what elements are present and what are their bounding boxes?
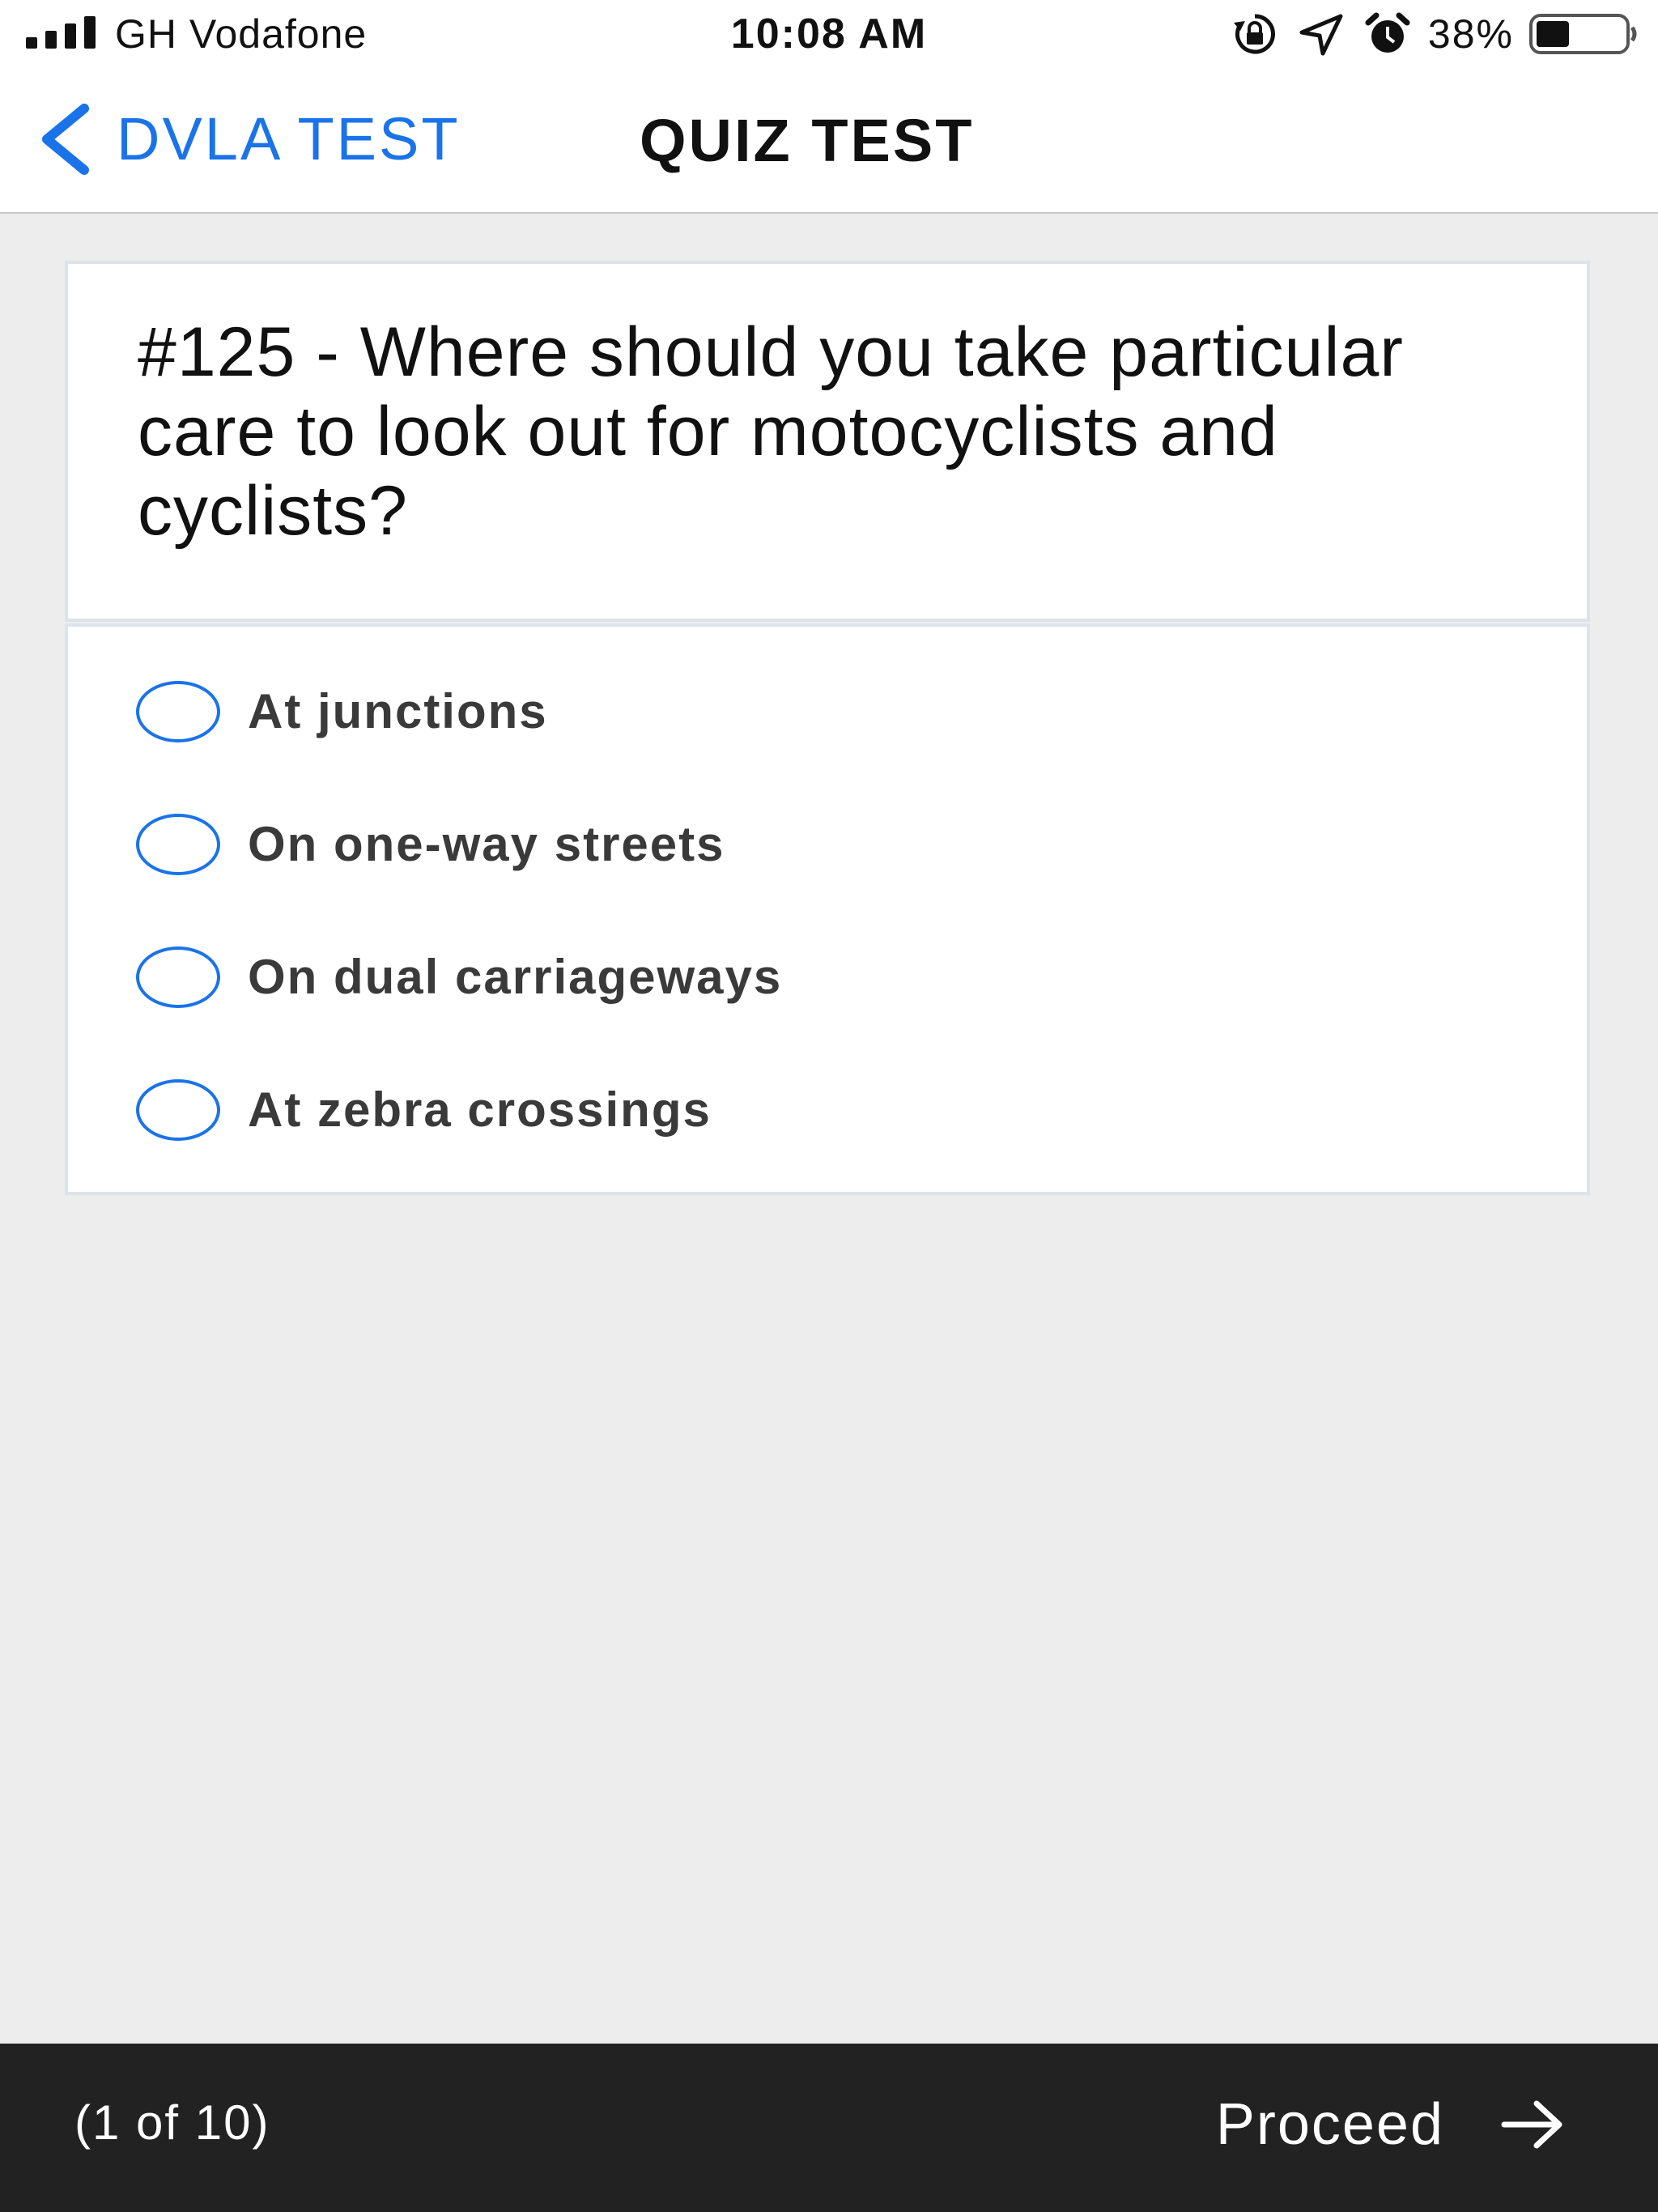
arrow-right-icon [1501,2100,1562,2149]
status-indicators: 38% [1229,10,1639,58]
footer-bar: (1 of 10) Proceed [0,2044,1658,2212]
back-button[interactable]: DVLA TEST [36,99,461,180]
answer-option[interactable]: On one-way streets [136,808,725,881]
radio-button[interactable] [136,814,220,875]
location-icon [1299,14,1343,56]
answer-option-label: On dual carriageways [248,950,783,1004]
answer-option-label: At junctions [248,684,548,738]
battery-percentage: 38% [1427,11,1514,57]
proceed-button-label: Proceed [1215,2092,1444,2157]
radio-button[interactable] [136,1079,220,1141]
answer-option[interactable]: At zebra crossings [136,1074,712,1146]
status-bar: GH Vodafone 10:08 AM 38% [0,0,1658,70]
answer-options: At junctions On one-way streets On dual … [65,623,1590,1195]
answer-option[interactable]: On dual carriageways [136,941,782,1014]
answer-option[interactable]: At junctions [136,675,548,748]
orientation-lock-icon [1233,14,1275,54]
answer-option-label: On one-way streets [248,817,725,871]
radio-button[interactable] [136,946,220,1008]
battery-icon [1529,14,1637,54]
back-button-label: DVLA TEST [117,105,461,172]
question-text: #125 - Where should you take particular … [138,313,1404,550]
alarm-icon [1365,12,1410,53]
page-title: QUIZ TEST [640,107,975,174]
question-progress: (1 of 10) [74,2095,270,2150]
radio-button[interactable] [136,681,220,742]
proceed-button[interactable]: Proceed [1216,2084,1564,2165]
question-card: #125 - Where should you take particular … [65,261,1590,622]
navigation-bar: DVLA TEST QUIZ TEST [0,70,1658,214]
chevron-left-icon [42,104,89,175]
answer-option-label: At zebra crossings [248,1083,712,1137]
